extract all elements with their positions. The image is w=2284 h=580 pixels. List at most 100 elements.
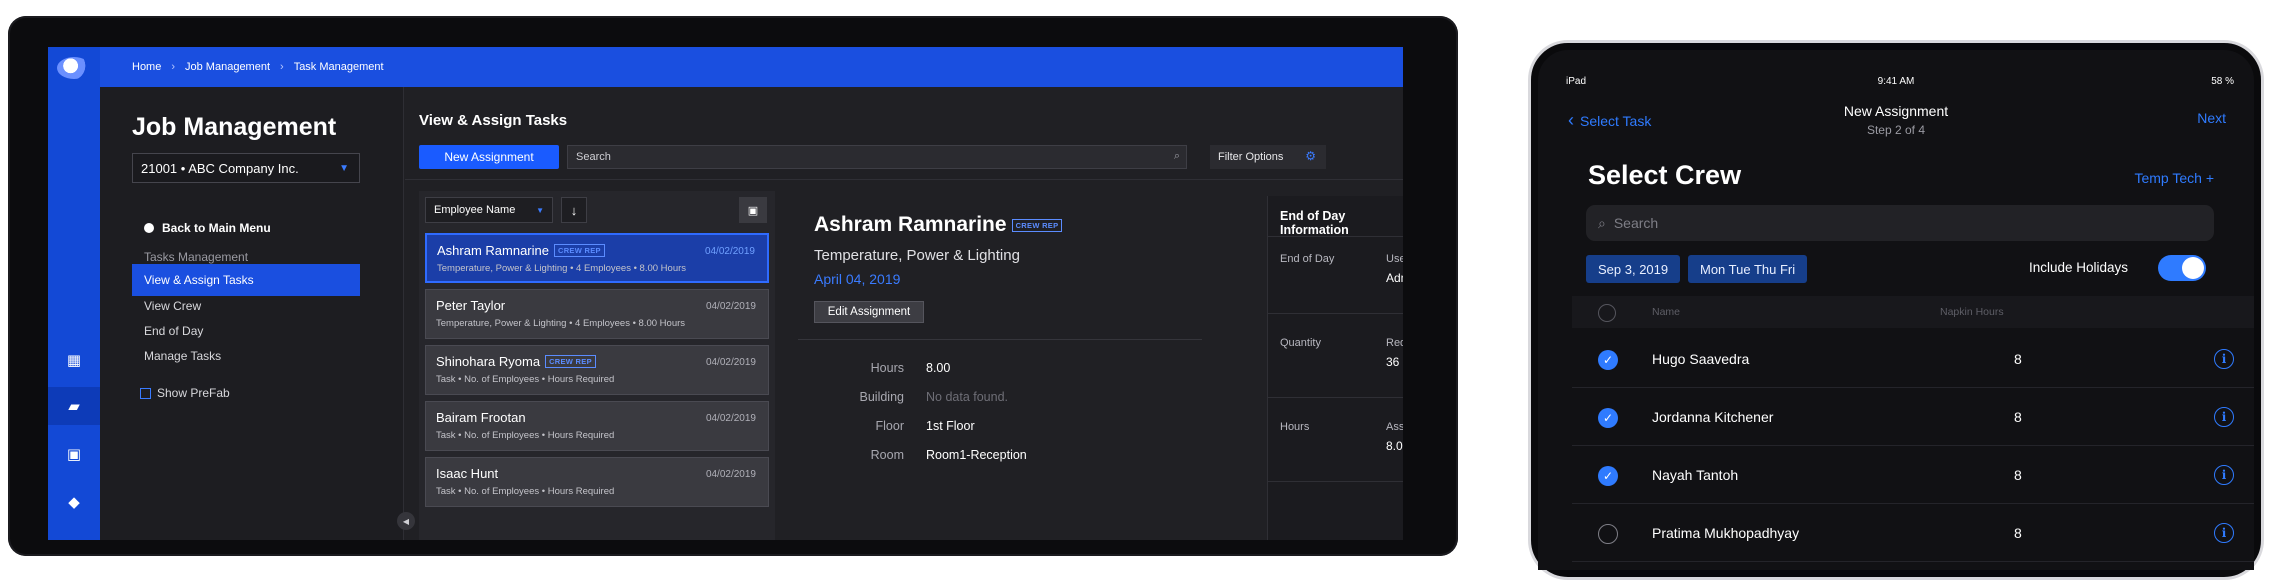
crew-row[interactable]: Pratima Mukhopadhyay 8 i xyxy=(1572,504,2254,562)
nav-title: New Assignment xyxy=(1843,103,1949,119)
crew-rep-badge: CREW REP xyxy=(1011,218,1063,232)
eod-row-sublabel: Assigned xyxy=(1386,421,1403,433)
header-hours: Napkin Hours xyxy=(1940,306,2004,318)
caret-down-icon: ▼ xyxy=(339,163,349,174)
breadcrumb-job-management[interactable]: Job Management xyxy=(185,61,270,73)
sort-field-select[interactable]: Employee Name ▼ xyxy=(425,197,553,223)
header-name: Name xyxy=(1652,306,1681,318)
divider xyxy=(1268,236,1403,237)
new-assignment-button[interactable]: New Assignment xyxy=(419,145,559,169)
sort-direction-button[interactable]: ↓ xyxy=(561,197,587,223)
card-summary: Temperature, Power & Lighting • 4 Employ… xyxy=(436,318,686,329)
detail-field-value: No data found. xyxy=(926,390,1009,404)
card-date: 04/02/2019 xyxy=(705,357,756,368)
breadcrumb-task-management[interactable]: Task Management xyxy=(294,61,384,73)
edit-assignment-button[interactable]: Edit Assignment xyxy=(814,301,924,323)
left-panel: Job Management 21001 • ABC Company Inc. … xyxy=(100,87,404,540)
company-logo xyxy=(57,57,91,79)
sort-field-value: Employee Name xyxy=(434,204,516,216)
breadcrumb-home[interactable]: Home xyxy=(132,61,161,73)
select-all-checkbox[interactable] xyxy=(1598,304,1616,322)
card-name: Shinohara Ryoma xyxy=(436,354,541,369)
assignment-card[interactable]: Isaac Hunt 04/02/2019 Task • No. of Employ… xyxy=(425,457,769,507)
unchecked-circle-icon[interactable] xyxy=(1598,524,1618,544)
eod-row-label: Hours xyxy=(1280,421,1310,433)
checkmark-icon[interactable]: ✓ xyxy=(1598,408,1618,428)
info-icon[interactable]: i xyxy=(2214,407,2234,427)
calendar-button[interactable]: ▣ xyxy=(739,197,767,223)
gear-icon: ⚙ xyxy=(1305,149,1316,163)
info-icon[interactable]: i xyxy=(2214,523,2234,543)
back-arrow-icon xyxy=(144,223,154,233)
nav-step: Step 2 of 4 xyxy=(1866,123,1926,137)
crew-row[interactable]: ✓ Jordanna Kitchener 8 i xyxy=(1572,388,2254,446)
include-holidays-toggle[interactable] xyxy=(2158,255,2206,281)
card-name: Ashram Ramnarine xyxy=(437,243,549,258)
search-input[interactable]: ⌕ Search xyxy=(1586,205,2214,241)
ipad-app: iPad 9:41 AM 58 % ‹ Select Task New Assi… xyxy=(1538,50,2254,570)
document-list-icon[interactable]: ☰ xyxy=(48,529,100,540)
detail-field-value: Room1-Reception xyxy=(926,448,1027,462)
eod-title: End of Day Information xyxy=(1280,209,1349,237)
sidebar-item-manage-tasks[interactable]: Manage Tasks xyxy=(132,340,360,372)
checkmark-icon[interactable]: ✓ xyxy=(1598,350,1618,370)
search-icon: ⌕ xyxy=(1598,214,1606,231)
crew-hours: 8 xyxy=(2014,351,2022,367)
company-select-value: 21001 • ABC Company Inc. xyxy=(141,160,299,176)
crew-row[interactable]: ✓ Hugo Saavedra 8 i xyxy=(1572,330,2254,388)
battery-label: 58 % xyxy=(2211,76,2234,87)
filter-options-button[interactable]: Filter Options ⚙ xyxy=(1210,145,1326,169)
card-summary: Task • No. of Employees • Hours Required xyxy=(436,486,615,497)
info-icon[interactable]: i xyxy=(2214,349,2234,369)
next-button[interactable]: Next xyxy=(2197,110,2226,126)
include-holidays-label: Include Holidays xyxy=(2028,260,2128,275)
crew-row[interactable]: ✓ Nayah Tantoh 8 i xyxy=(1572,446,2254,504)
show-prefab-checkbox[interactable]: Show PreFab xyxy=(132,377,360,409)
toggle-knob xyxy=(2182,257,2204,279)
status-bar: iPad 9:41 AM 58 % xyxy=(1538,76,2254,90)
assignment-card[interactable]: Peter Taylor 04/02/2019 Temperature, Power… xyxy=(425,289,769,339)
assignment-detail: Ashram Ramnarine CREW REP Temperature, P… xyxy=(782,191,1202,540)
status-time: 9:41 AM xyxy=(1877,76,1915,87)
divider xyxy=(1268,397,1403,398)
detail-field-label: Floor xyxy=(875,419,904,433)
assignment-card[interactable]: Shinohara Ryoma CREW REP 04/02/2019 Task • … xyxy=(425,345,769,395)
crew-hours: 8 xyxy=(2014,409,2022,425)
eod-row-value: 36 xyxy=(1386,355,1400,369)
detail-field-label: Hours xyxy=(870,361,904,375)
section-title: View & Assign Tasks xyxy=(419,112,568,129)
checkmark-icon[interactable]: ✓ xyxy=(1598,466,1618,486)
detail-field-label: Building xyxy=(859,390,904,404)
detail-name: Ashram Ramnarine xyxy=(814,213,1007,236)
calendar-icon[interactable]: ▣ xyxy=(48,435,100,473)
date-chip[interactable]: Sep 3, 2019 xyxy=(1586,255,1681,283)
card-name: Peter Taylor xyxy=(436,298,506,313)
assignment-card[interactable]: Bairam Frootan 04/02/2019 Task • No. of Em… xyxy=(425,401,769,451)
search-input[interactable]: Search ⌕ xyxy=(567,145,1187,169)
card-date: 04/02/2019 xyxy=(704,246,755,257)
dashboard-icon[interactable]: ▦ xyxy=(48,341,100,379)
info-icon[interactable]: i xyxy=(2214,465,2234,485)
divider xyxy=(1268,313,1403,314)
crew-rep-badge: CREW REP xyxy=(545,355,596,368)
caret-down-icon: ▼ xyxy=(536,206,544,215)
assignment-card[interactable]: Ashram Ramnarine CREW REP 04/02/2019 Temper… xyxy=(425,233,769,283)
card-name: Isaac Hunt xyxy=(436,466,499,481)
temp-tech-button[interactable]: Temp Tech + xyxy=(2134,170,2214,186)
company-select[interactable]: 21001 • ABC Company Inc. ▼ xyxy=(132,153,360,183)
eod-row-value: 8.00 xyxy=(1386,439,1403,453)
sort-bar: Employee Name ▼ ↓ ▣ xyxy=(425,197,769,225)
crew-hours: 8 xyxy=(2014,467,2022,483)
assignment-list: Employee Name ▼ ↓ ▣ Ashram Ramnarine CREW… xyxy=(419,191,775,540)
crew-name: Jordanna Kitchener xyxy=(1652,409,1774,425)
graduation-cap-icon[interactable]: ◆ xyxy=(48,483,100,521)
search-icon: ⌕ xyxy=(1173,150,1180,162)
card-summary: Temperature, Power & Lighting • 4 Employ… xyxy=(437,263,687,274)
card-summary: Task • No. of Employees • Hours Required xyxy=(436,430,615,441)
chevron-right-icon: › xyxy=(171,61,176,73)
crew-name: Nayah Tantoh xyxy=(1652,467,1739,483)
briefcase-icon[interactable]: ▰ xyxy=(48,387,100,425)
back-to-main-menu[interactable]: Back to Main Menu xyxy=(132,212,360,244)
days-chip[interactable]: Mon Tue Thu Fri xyxy=(1688,255,1808,283)
end-of-day-panel: End of Day Information End of Day User Adm… xyxy=(1267,196,1403,540)
